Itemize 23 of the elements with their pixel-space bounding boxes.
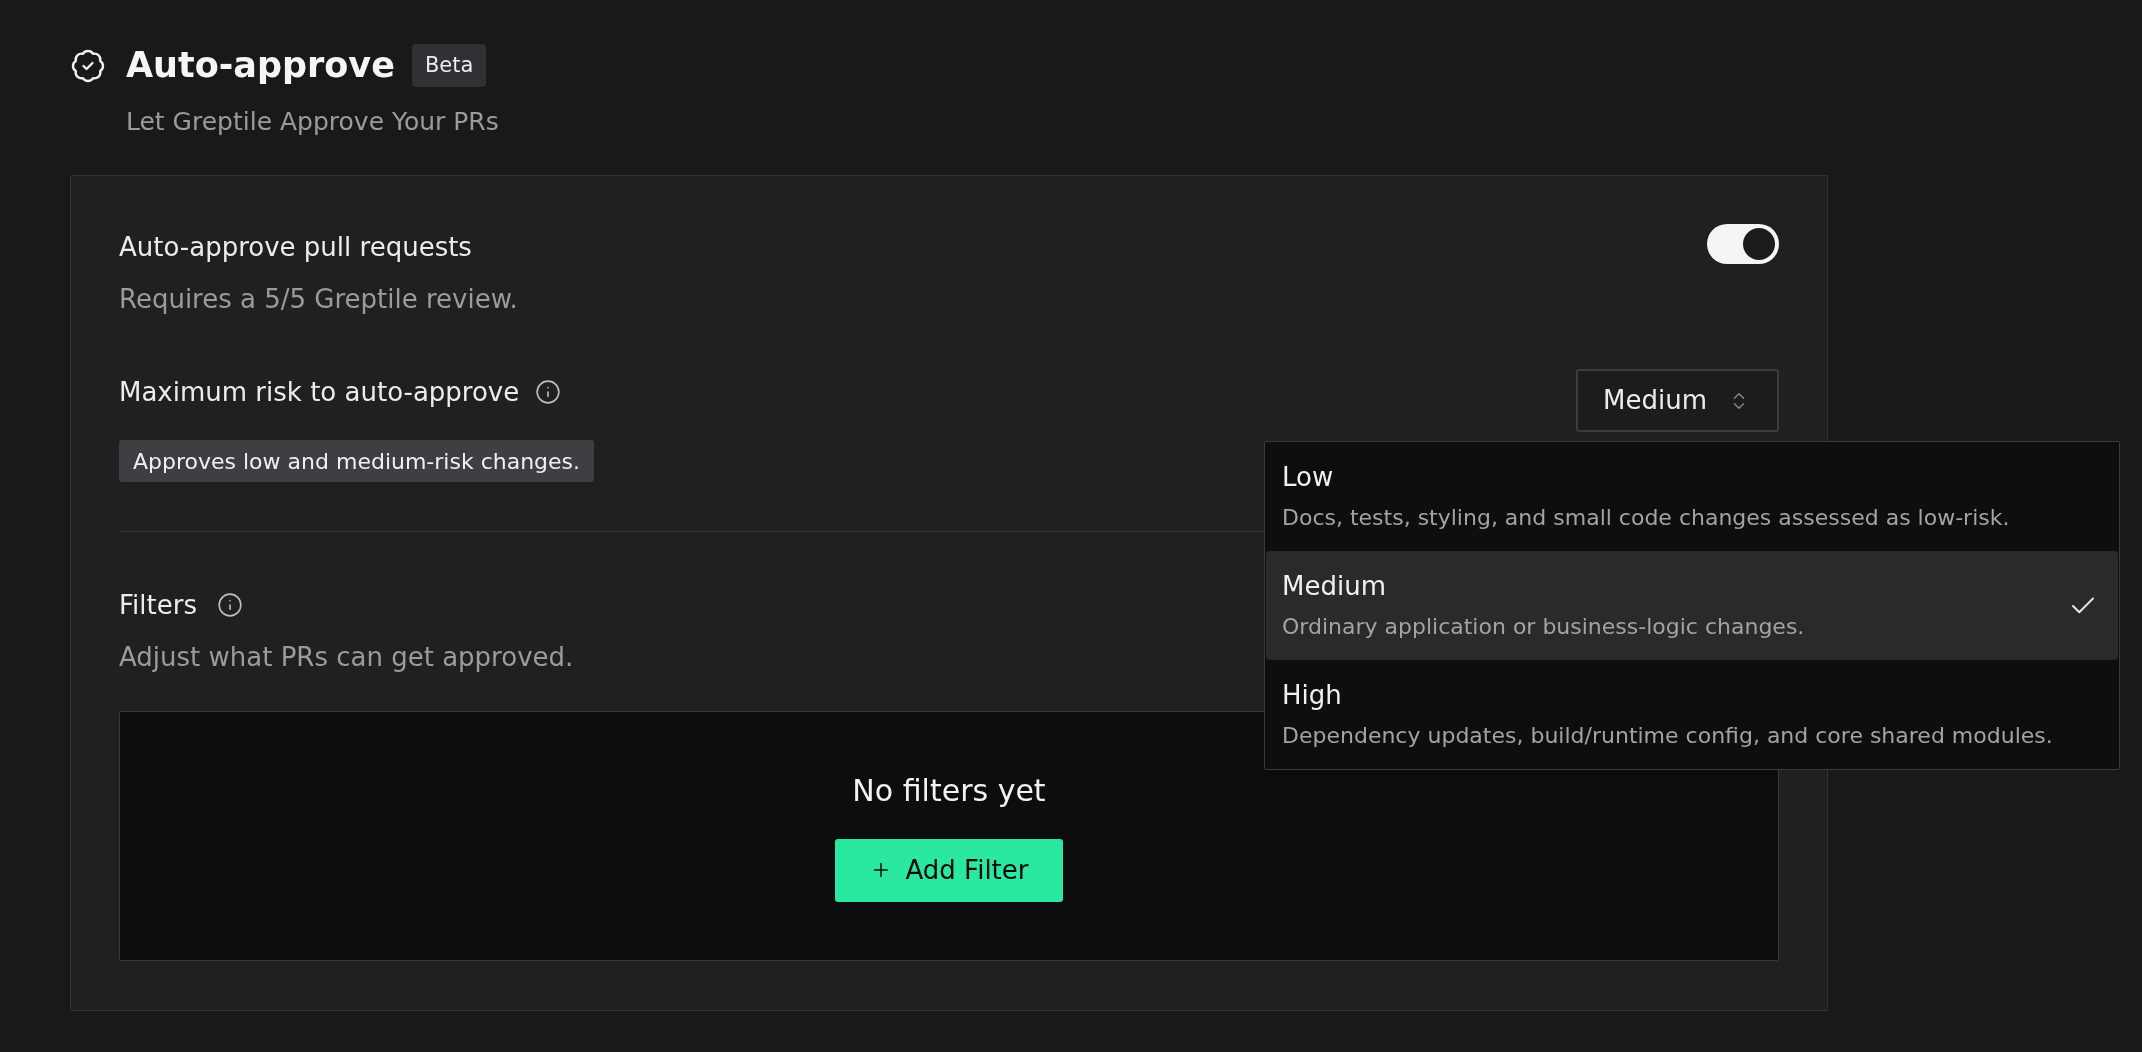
toggle-switch[interactable] — [1707, 224, 1779, 264]
verified-badge-icon — [70, 47, 106, 84]
beta-badge: Beta — [411, 44, 487, 87]
empty-state-text: No filters yet — [852, 771, 1046, 810]
option-title: Low — [1282, 461, 1334, 494]
option-description: Dependency updates, build/runtime config, and core shared modules. — [1282, 722, 2053, 750]
add-filter-button[interactable]: Add Filter — [835, 838, 1063, 902]
setting-description: Requires a 5/5 Greptile review. — [119, 283, 518, 316]
risk-option[interactable]: Medium Ordinary application or business-logic changes. — [1266, 551, 2118, 660]
option-description: Ordinary application or business-logic changes. — [1282, 613, 1805, 641]
page-title: Auto-approve — [126, 44, 395, 87]
risk-hint-badge: Approves low and medium-risk changes. — [119, 440, 595, 482]
setting-description: Adjust what PRs can get approved. — [119, 641, 574, 674]
info-icon[interactable] — [216, 592, 243, 618]
setting-label: Auto-approve pull requests — [119, 231, 472, 264]
option-title: Medium — [1282, 570, 1386, 603]
setting-label: Maximum risk to auto-approve — [119, 376, 520, 409]
setting-label: Filters — [119, 589, 197, 622]
option-description: Docs, tests, styling, and small code changes assessed as low-risk. — [1282, 504, 2010, 532]
risk-select[interactable]: Medium — [1576, 369, 1779, 432]
info-icon[interactable] — [535, 379, 562, 405]
page-subtitle: Let Greptile Approve Your PRs — [126, 106, 499, 138]
option-title: High — [1282, 679, 1342, 712]
